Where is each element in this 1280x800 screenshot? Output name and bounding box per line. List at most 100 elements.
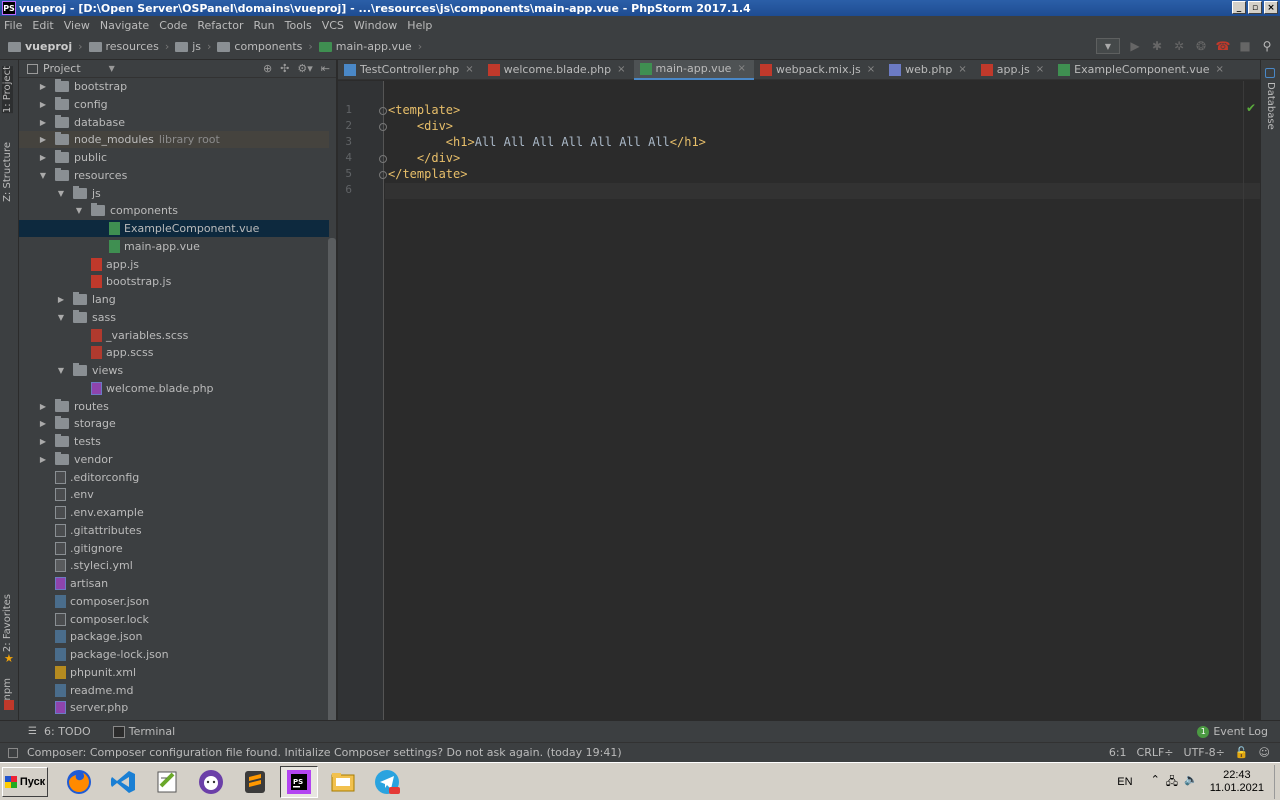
close-tab-icon[interactable]: × (617, 64, 625, 75)
collapse-arrow-icon[interactable]: ▼ (55, 366, 67, 375)
run-icon[interactable]: ▶ (1128, 39, 1142, 53)
close-button[interactable]: × (1264, 1, 1278, 14)
inspector-icon[interactable]: ☺ (1259, 746, 1270, 759)
close-tab-icon[interactable]: × (958, 64, 966, 75)
tree-item[interactable]: server.php (19, 699, 329, 716)
sync-icon[interactable]: ⊕ (263, 62, 272, 75)
tab-npm[interactable]: npm (2, 678, 13, 700)
tree-item[interactable]: package-lock.json (19, 646, 329, 663)
minimize-button[interactable]: _ (1232, 1, 1246, 14)
breadcrumb-resources[interactable]: resources › (88, 40, 169, 53)
close-tab-icon[interactable]: × (1036, 64, 1044, 75)
taskbar-notepad-plus[interactable] (148, 766, 186, 798)
expand-arrow-icon[interactable]: ▶ (37, 100, 49, 109)
menu-item[interactable]: View (64, 19, 90, 32)
tree-item[interactable]: phpunit.xml (19, 664, 329, 681)
tree-item[interactable]: ▶ node_modules library root (19, 131, 329, 149)
maximize-button[interactable]: ▫ (1248, 1, 1262, 14)
coverage-icon[interactable]: ✲ (1172, 39, 1186, 53)
code-line[interactable]: <template> (388, 103, 460, 119)
chevron-down-icon[interactable]: ▼ (109, 64, 115, 73)
editor-tab[interactable]: main-app.vue × (633, 59, 754, 80)
tree-item[interactable]: package.json (19, 628, 329, 645)
taskbar-firefox[interactable] (60, 766, 98, 798)
tree-item[interactable]: ▶ bootstrap (19, 78, 329, 95)
code-line[interactable]: <h1>All All All All All All All</h1> (388, 135, 706, 151)
tree-item[interactable]: composer.lock (19, 611, 329, 628)
language-indicator[interactable]: EN (1117, 776, 1132, 788)
expand-arrow-icon[interactable]: ▶ (37, 437, 49, 446)
expand-arrow-icon[interactable]: ▶ (37, 455, 49, 464)
run-config-dropdown[interactable]: ▼ (1096, 38, 1120, 54)
tree-item[interactable]: ▶ vendor (19, 451, 329, 468)
tree-item[interactable]: .gitignore (19, 540, 329, 557)
tree-item[interactable]: ▶ tests (19, 433, 329, 450)
fold-marker-icon[interactable] (379, 155, 387, 163)
menu-item[interactable]: Code (159, 19, 187, 32)
tree-item[interactable]: .styleci.yml (19, 557, 329, 574)
lock-icon[interactable]: 🔓 (1235, 746, 1249, 759)
start-button[interactable]: Пуск (2, 766, 48, 797)
tree-item[interactable]: bootstrap.js (19, 273, 329, 290)
tree-item[interactable]: _variables.scss (19, 327, 329, 344)
show-desktop-button[interactable] (1274, 765, 1280, 799)
close-tab-icon[interactable]: × (1215, 64, 1223, 75)
fold-marker-icon[interactable] (379, 107, 387, 115)
line-separator[interactable]: CRLF÷ (1137, 746, 1174, 759)
taskbar-sublime[interactable] (236, 766, 274, 798)
menu-item[interactable]: Window (354, 19, 397, 32)
tree-item[interactable]: readme.md (19, 682, 329, 699)
tree-item[interactable]: .env.example (19, 504, 329, 521)
status-message[interactable]: Composer: Composer configuration file fo… (27, 746, 622, 759)
code-line[interactable]: </template> (388, 167, 467, 183)
code-line[interactable]: <div> (388, 119, 453, 135)
caret-position[interactable]: 6:1 (1109, 746, 1127, 759)
tree-item[interactable]: ▶ lang (19, 291, 329, 308)
expand-arrow-icon[interactable]: ▶ (37, 153, 49, 162)
tab-project[interactable]: 1: Project (2, 66, 13, 114)
taskbar-explorer[interactable] (324, 766, 362, 798)
tree-item[interactable]: .gitattributes (19, 522, 329, 539)
tab-structure[interactable]: Z: Structure (2, 142, 13, 202)
code-editor[interactable]: 1 2 3 4 5 6 <template> <div> <h1>All All All … (338, 81, 1260, 720)
tool-windows-toggle-icon[interactable] (8, 747, 18, 758)
fold-marker-icon[interactable] (379, 171, 387, 179)
todo-tool-button[interactable]: ☰ 6: TODO (28, 725, 91, 738)
tree-item[interactable]: app.js (19, 256, 329, 273)
tree-item[interactable]: main-app.vue (19, 238, 329, 255)
editor-tab[interactable]: welcome.blade.php × (482, 60, 634, 80)
tree-item[interactable]: welcome.blade.php (19, 380, 329, 397)
search-everywhere-icon[interactable]: ⚲ (1260, 39, 1274, 53)
taskbar-app-cat[interactable] (192, 766, 230, 798)
tree-item[interactable]: ExampleComponent.vue (19, 220, 329, 237)
tree-item[interactable]: app.scss (19, 344, 329, 361)
expand-arrow-icon[interactable]: ▶ (37, 402, 49, 411)
profile-icon[interactable]: ❂ (1194, 39, 1208, 53)
editor-tab[interactable]: ExampleComponent.vue × (1052, 60, 1232, 80)
menu-item[interactable]: Navigate (100, 19, 149, 32)
debug-icon[interactable]: ✱ (1150, 39, 1164, 53)
network-icon[interactable]: 🖧 (1166, 773, 1178, 792)
menu-item[interactable]: Help (407, 19, 432, 32)
php-listen-icon[interactable]: ☎ (1216, 39, 1231, 53)
tree-item[interactable]: artisan (19, 575, 329, 592)
close-tab-icon[interactable]: × (737, 63, 745, 74)
fold-marker-icon[interactable] (379, 123, 387, 131)
code-line[interactable]: </div> (388, 151, 460, 167)
collapse-all-icon[interactable]: ✣ (280, 62, 289, 75)
tree-item[interactable]: ▶ database (19, 114, 329, 131)
breadcrumb-file[interactable]: main-app.vue › (318, 40, 422, 53)
project-view-title[interactable]: Project (43, 62, 81, 75)
editor-tab[interactable]: TestController.php × (338, 60, 482, 80)
collapse-arrow-icon[interactable]: ▼ (73, 206, 85, 215)
expand-arrow-icon[interactable]: ▶ (37, 135, 49, 144)
editor-tab[interactable]: app.js × (975, 60, 1052, 80)
tab-database[interactable]: Database (1265, 82, 1276, 130)
tree-item[interactable]: ▶ storage (19, 415, 329, 432)
tree-item[interactable]: ▶ public (19, 149, 329, 166)
hide-panel-icon[interactable]: ⇤ (321, 62, 330, 75)
tree-item[interactable]: ▼ js (19, 185, 329, 202)
stop-icon[interactable]: ■ (1238, 39, 1252, 53)
tree-item[interactable]: .env (19, 486, 329, 503)
editor-tab[interactable]: webpack.mix.js × (754, 60, 883, 80)
